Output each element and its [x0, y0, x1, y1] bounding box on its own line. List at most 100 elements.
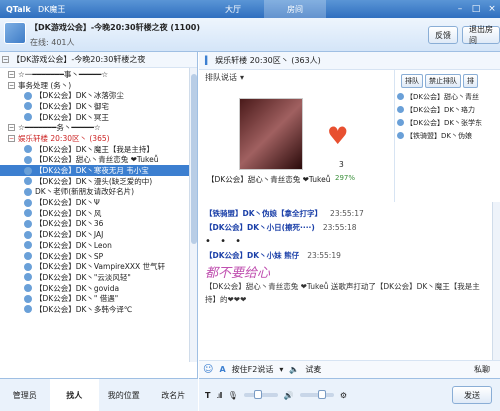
tree-label: 【DK公会】DK丶Leon [35, 240, 112, 250]
tree-member[interactable]: 【DK公会】DK丶冥王 [0, 112, 197, 123]
collapse-icon[interactable]: − [2, 56, 9, 63]
chat-sender[interactable]: 【DK公会】DK丶小妹 熊仔 [205, 250, 299, 261]
tree-member[interactable]: 【DK公会】DK丶寒夜无月 韦小宝 [0, 165, 197, 176]
tab-lobby[interactable]: 大厅 [202, 0, 264, 18]
tree-member[interactable]: 【DK公会】DK丶冰落弥尘 [0, 90, 197, 101]
queue-more-button[interactable]: 排 [463, 74, 478, 88]
close-icon[interactable]: × [484, 2, 500, 16]
tree-label: 【DK公会】DK丶冥王 [35, 112, 109, 122]
tree-member[interactable]: 【DK公会】DK丶36 [0, 219, 197, 230]
font-icon[interactable]: A [219, 365, 225, 374]
tree-label: 【DK公会】DK丶多韩今译℃ [35, 304, 133, 314]
maximize-icon[interactable]: □ [468, 2, 484, 16]
mic-icon[interactable]: 🎙 [228, 391, 238, 400]
chevron-down-icon[interactable]: ▾ [279, 365, 283, 374]
window-controls: – □ × [452, 2, 500, 16]
tree-group[interactable]: − ☆━━━━━━━务丶━━━━━☆ [0, 122, 197, 133]
tree-label: 【DK公会】DK丶风 [35, 208, 102, 218]
exit-room-button[interactable]: 退出房间 [462, 25, 500, 45]
user-icon [24, 166, 32, 175]
tree-group[interactable]: − ☆一━━━━━━━事丶━━━━━☆ [0, 69, 197, 80]
queue-item[interactable]: 【DK公会】DK丶珞力 [395, 103, 500, 116]
tree-member[interactable]: 【DK公会】DK丶风 [0, 208, 197, 219]
tree-member[interactable]: 【DK公会】DK丶JAJ [0, 229, 197, 240]
speaker-icon[interactable]: 🔈 [289, 365, 299, 374]
tree-label: 【DK公会】DK丶" 借遇" [35, 294, 119, 304]
speaker-volume-slider[interactable] [299, 390, 334, 399]
tab-room[interactable]: 房间 [264, 0, 326, 18]
tab-change-card[interactable]: 改名片 [149, 379, 199, 411]
tree-member[interactable]: 【DK公会】DK丶Ψ [0, 197, 197, 208]
expand-toggle-icon[interactable]: − [8, 134, 15, 142]
tree-member[interactable]: 【DK公会】DK丶" 借遇" [0, 293, 197, 304]
mic-volume-slider[interactable] [243, 390, 278, 399]
app-name: QTalk [6, 4, 31, 14]
tree-member[interactable]: 【DK公会】DK丶御宅 [0, 101, 197, 112]
tree-label: DK丶老师(新朋友请改好名片) [35, 187, 135, 197]
room-root-node[interactable]: − 【DK游戏公会】-今晚20:30轩楼之夜 [0, 52, 197, 68]
send-button[interactable]: 发送 [452, 386, 492, 404]
queue-button[interactable]: 排队 [401, 74, 423, 88]
queue-item[interactable]: 【铁骑盟】DK丶伪娘 [395, 129, 500, 142]
tree-label: 【DK公会】DK丶36 [35, 219, 104, 229]
settings-icon[interactable]: ⚙ [340, 391, 347, 400]
window-title: DK魔王 [38, 4, 66, 14]
online-count: 在线: 401人 [30, 38, 75, 47]
tree-label: 【DK公会】DK丶JAJ [35, 230, 104, 240]
tab-find-user[interactable]: 找人 [49, 379, 99, 411]
tree-member[interactable]: 【DK公会】DK丶"云淡风轻" [0, 272, 197, 283]
tab-admins[interactable]: 管理员 [0, 379, 50, 411]
feedback-button[interactable]: 反馈 [428, 26, 458, 44]
chat-message-text: • • • [205, 235, 245, 247]
tree-member[interactable]: 【DK公会】DK丶Leon [0, 240, 197, 251]
tree-member[interactable]: 【DK公会】DK丶多韩今译℃ [0, 304, 197, 315]
expand-toggle-icon[interactable]: − [8, 124, 15, 132]
tree-member[interactable]: 【DK公会】DK丶魔王【我是主持】 [0, 144, 197, 155]
tree-member[interactable]: 【DK公会】DK丶漫头(缺乏爱的中) [0, 176, 197, 187]
tree-member[interactable]: 【DK公会】DK丶govida [0, 283, 197, 294]
mode-selector[interactable]: 排队说话 ▾ [199, 70, 394, 84]
minimize-icon[interactable]: – [452, 2, 468, 16]
tree-label: 【DK公会】DK丶govida [35, 283, 120, 293]
tree-group[interactable]: − 娱乐轩楼 20:30区丶 (365) [0, 133, 197, 144]
expand-toggle-icon[interactable]: − [8, 81, 15, 89]
forbid-queue-button[interactable]: 禁止排队 [425, 74, 461, 88]
queue-item[interactable]: 【DK公会】DK丶张学东 [395, 116, 500, 129]
tree-label: ☆━━━━━━━务丶━━━━━☆ [18, 123, 101, 133]
tree-member[interactable]: 【DK公会】DK丶SP [0, 251, 197, 262]
chat-sender[interactable]: 【DK公会】DK丶小日(擦死····) [205, 222, 315, 233]
room-title: 【DK游戏公会】-今晚20:30轩楼之夜 (1100) [30, 22, 200, 33]
user-icon [24, 252, 32, 261]
mic-area: 排队说话 ▾ ♥ 3 【DK公会】甜心丶青丝恋兔 ❤Tukeǚ 297% [199, 70, 395, 202]
user-icon [397, 119, 404, 126]
heart-count: 3 [339, 160, 344, 169]
queue-user-name: 【DK公会】甜心丶青丝 [406, 92, 479, 101]
chat-scrollbar[interactable] [492, 202, 500, 360]
chat-sender[interactable]: 【铁骑盟】DK丶伪娘【拿全打字】 [205, 208, 322, 219]
scroll-thumb[interactable] [191, 74, 197, 244]
gift-notice: 【DK公会】甜心丶青丝恋兔 ❤Tukeǚ 送歌声打动了【DK公会】DK丶魔王【我… [205, 282, 480, 304]
user-icon [397, 132, 404, 139]
emoji-icon[interactable]: ☺ [203, 364, 213, 375]
volume-icon[interactable]: 🔊 [284, 391, 294, 400]
user-icon [24, 113, 32, 122]
test-mic-button[interactable]: 试麦 [305, 364, 321, 375]
chat-message-text: 都不要给心 [205, 265, 271, 281]
heart-icon[interactable]: ♥ [327, 124, 349, 148]
private-chat-button[interactable]: 私聊 [474, 364, 490, 375]
tree-member[interactable]: DK丶老师(新朋友请改好名片) [0, 187, 197, 198]
tree-scrollbar[interactable] [189, 68, 197, 362]
tree-member[interactable]: 【DK公会】甜心丶青丝恋兔 ❤Tukeǚ [0, 155, 197, 166]
tab-my-position[interactable]: 我的位置 [99, 379, 149, 411]
chat-message: 【DK公会】DK丶小妹 熊仔 23:55:19 [205, 248, 492, 262]
tree-group[interactable]: − 事务处理 (务丶) [0, 80, 197, 91]
queue-item[interactable]: 【DK公会】甜心丶青丝 [395, 90, 500, 103]
input-mode-selector[interactable]: 按住F2说话 [232, 364, 274, 375]
room-id: (1100) [170, 23, 200, 32]
tree-label: 【DK公会】DK丶御宅 [35, 101, 109, 111]
text-icon[interactable]: T [205, 391, 210, 400]
expand-toggle-icon[interactable]: − [8, 70, 15, 78]
tree-member[interactable]: 【DK公会】DK丶VampireXXX 世气轩 [0, 261, 197, 272]
user-icon [24, 145, 32, 154]
tree-label: 事务处理 (务丶) [18, 80, 72, 90]
